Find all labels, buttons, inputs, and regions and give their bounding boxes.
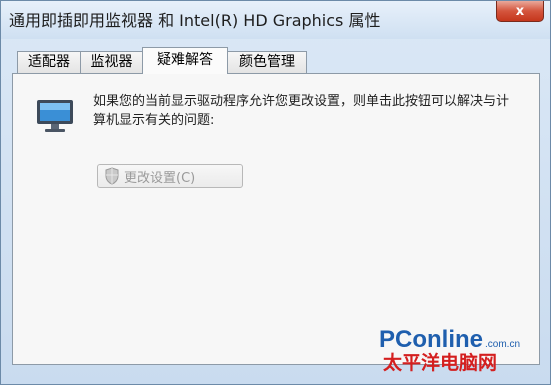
tab-strip: 适配器 监视器 疑难解答 颜色管理 (17, 47, 537, 74)
troubleshoot-description: 如果您的当前显示驱动程序允许您更改设置，则单击此按钮可以解决与计算机显示有关的问… (93, 94, 510, 128)
monitor-icon (37, 100, 73, 132)
tab-troubleshoot[interactable]: 疑难解答 (142, 47, 228, 74)
properties-dialog: 通用即插即用监视器 和 Intel(R) HD Graphics 属性 x 适配… (0, 0, 551, 385)
title-bar[interactable]: 通用即插即用监视器 和 Intel(R) HD Graphics 属性 x (1, 1, 550, 39)
close-button[interactable]: x (496, 1, 544, 22)
tab-color-management[interactable]: 颜色管理 (227, 51, 307, 73)
uac-shield-icon (105, 167, 119, 185)
close-icon: x (515, 3, 525, 19)
window-title: 通用即插即用监视器 和 Intel(R) HD Graphics 属性 (9, 11, 381, 30)
tab-monitor[interactable]: 监视器 (80, 51, 143, 73)
change-settings-label: 更改设置(C) (124, 170, 196, 186)
tab-adapter[interactable]: 适配器 (17, 51, 81, 73)
change-settings-button[interactable]: 更改设置(C) (97, 164, 243, 188)
troubleshoot-panel: 如果您的当前显示驱动程序允许您更改设置，则单击此按钮可以解决与计算机显示有关的问… (12, 73, 540, 365)
